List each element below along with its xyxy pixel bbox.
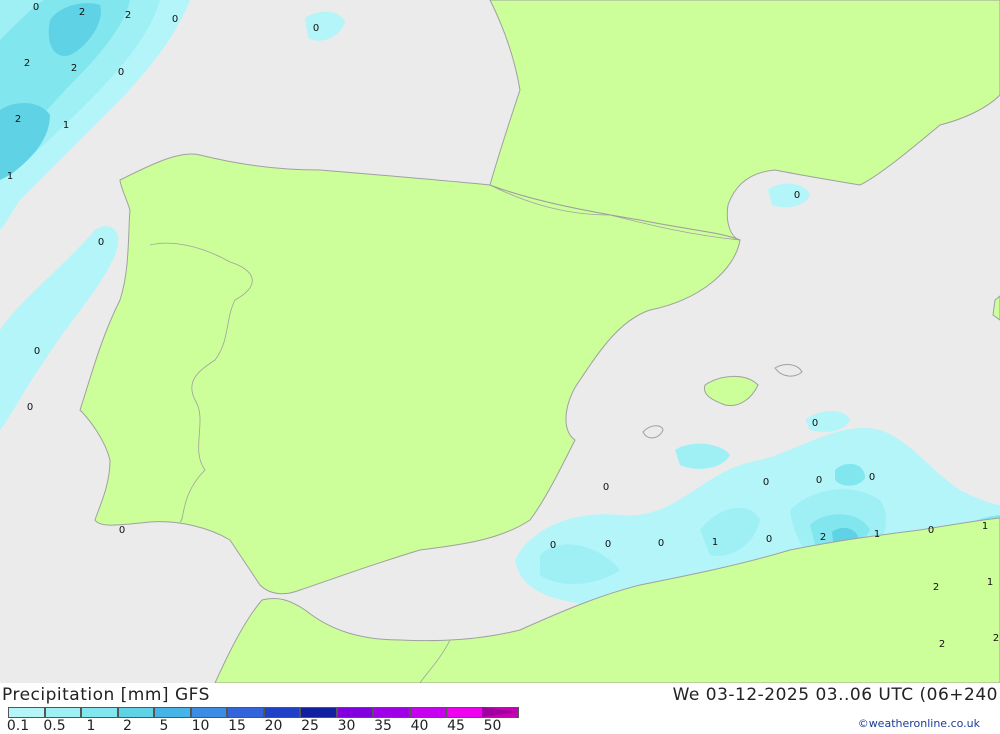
value-label: 2: [820, 532, 826, 543]
value-label: 0: [812, 418, 818, 429]
value-label: 0: [33, 2, 39, 13]
value-label: 0: [27, 402, 33, 413]
value-label: 2: [71, 63, 77, 74]
value-label: 2: [125, 10, 131, 21]
value-label: 0: [98, 237, 104, 248]
value-label: 2: [79, 7, 85, 18]
value-label: 0: [869, 472, 875, 483]
legend-swatch: [227, 707, 264, 718]
legend-tick-label: 0.5: [43, 718, 66, 734]
map-title: Precipitation [mm] GFS: [2, 685, 210, 705]
value-label: 1: [7, 171, 13, 182]
legend-swatch: [373, 707, 410, 718]
value-label: 2: [993, 633, 999, 644]
legend-swatch: [8, 707, 45, 718]
value-label: 1: [982, 521, 988, 532]
value-label: 2: [939, 639, 945, 650]
legend-tick-label: 2: [123, 718, 132, 734]
legend-tick-label: 50: [483, 718, 502, 734]
legend-tick-label: 30: [337, 718, 356, 734]
value-label: 2: [933, 582, 939, 593]
footer: Precipitation [mm] GFS We 03-12-2025 03.…: [0, 683, 1000, 734]
legend-swatch: [190, 707, 227, 718]
legend-swatch: [446, 707, 483, 718]
value-label: 0: [766, 534, 772, 545]
legend-tick-label: 1: [86, 718, 96, 734]
legend-swatch: [117, 707, 154, 718]
legend-tick-label: 40: [410, 718, 429, 734]
value-label: 1: [987, 577, 993, 588]
legend-arrow-icon: [482, 707, 518, 717]
legend-tick-label: 0.1: [6, 718, 30, 734]
value-label: 0: [605, 539, 611, 550]
legend-color-scale: [8, 707, 519, 719]
value-label: 1: [63, 120, 69, 131]
legend-tick-label: 15: [228, 718, 246, 734]
legend-swatch: [336, 707, 373, 718]
legend-swatch: [81, 707, 118, 718]
legend-tick-label: 20: [264, 718, 283, 734]
forecast-datetime: We 03-12-2025 03..06 UTC (06+240: [672, 685, 998, 705]
legend-tick-label: 10: [191, 718, 210, 734]
value-label: 0: [763, 477, 769, 488]
legend-swatch: [409, 707, 446, 718]
legend-tick-label: 45: [447, 718, 465, 734]
value-label: 0: [658, 538, 664, 549]
value-label: 1: [874, 529, 880, 540]
legend-ticks: 0.1 0.5 1 2 5 10 15 20 25 30 35 40 45 50: [0, 718, 520, 734]
value-label: 1: [712, 537, 718, 548]
value-label: 0: [794, 190, 800, 201]
value-label: 2: [24, 58, 30, 69]
map-canvas: 0 2 2 0 0 2 2 0 2 1 1 0 0 0 0 0 0 0 0 0 …: [0, 0, 1000, 683]
value-label: 0: [603, 482, 609, 493]
value-label: 0: [550, 540, 556, 551]
legend-tick-label: 5: [159, 718, 169, 734]
value-label: 0: [119, 525, 125, 536]
credit-link[interactable]: ©weatheronline.co.uk: [858, 717, 980, 730]
value-label: 0: [816, 475, 822, 486]
value-label: 0: [34, 346, 40, 357]
value-label: 0: [118, 67, 124, 78]
precipitation-map: 0 2 2 0 0 2 2 0 2 1 1 0 0 0 0 0 0 0 0 0 …: [0, 0, 1000, 683]
legend-swatch: [300, 707, 337, 718]
legend-tick-label: 35: [374, 718, 392, 734]
value-label: 0: [313, 23, 319, 34]
value-label: 0: [172, 14, 178, 25]
legend-swatch: [263, 707, 300, 718]
legend-swatch: [154, 707, 191, 718]
legend-swatch: [44, 707, 81, 718]
value-label: 2: [15, 114, 21, 125]
value-label: 0: [928, 525, 934, 536]
legend-tick-label: 25: [301, 718, 319, 734]
